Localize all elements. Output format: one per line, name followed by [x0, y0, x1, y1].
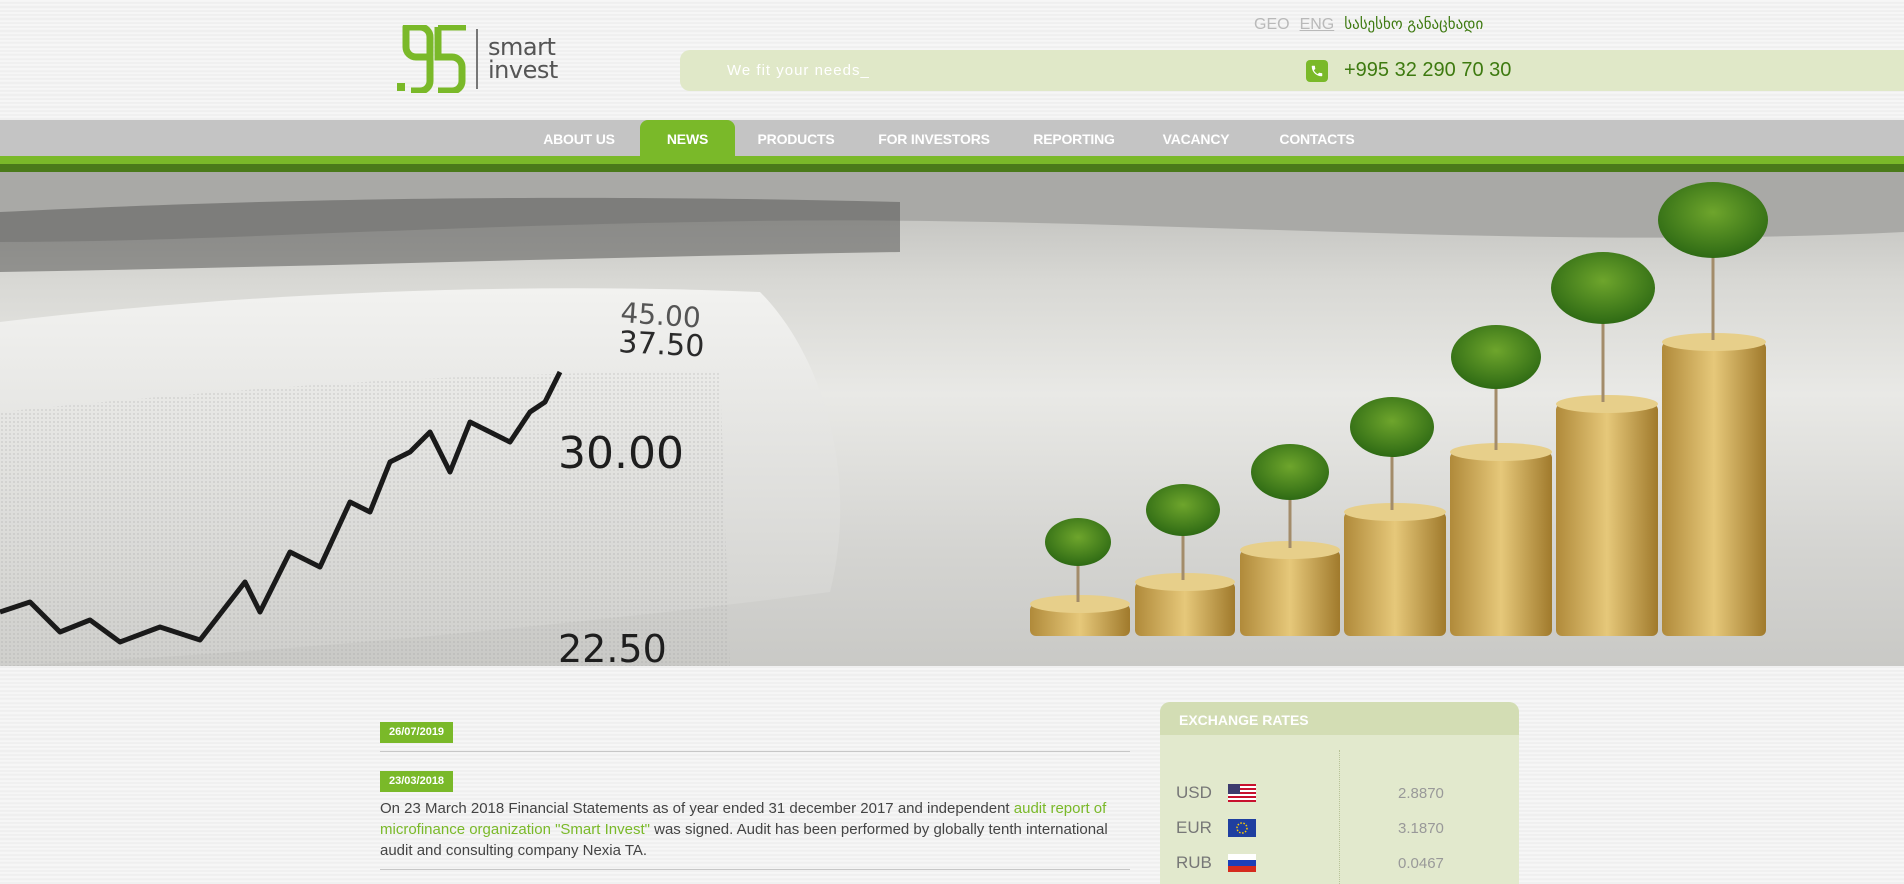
nav-dark-stripe [0, 164, 1904, 172]
rate-value: 2.8870 [1398, 784, 1444, 802]
rate-code: USD [1176, 783, 1212, 802]
logo[interactable]: smart invest [394, 23, 564, 95]
lang-eng-link[interactable]: ENG [1300, 16, 1335, 34]
news-item: 26/07/2019 [380, 722, 1130, 752]
tagline: We fit your needs_ [727, 62, 870, 79]
ru-flag-icon [1228, 854, 1256, 872]
news-text: On 23 March 2018 Financial Statements as… [380, 798, 1130, 861]
nav-item-reporting[interactable]: REPORTING [1030, 120, 1118, 156]
nav-accent-stripe [0, 156, 1904, 164]
logo-text: smart invest [488, 35, 558, 84]
exchange-rates-title: EXCHANGE RATES [1160, 702, 1519, 735]
nav-item-contacts[interactable]: CONTACTS [1274, 120, 1360, 156]
rate-row-usd: USD 2.8870 [1176, 781, 1506, 805]
nav-item-about-us[interactable]: ABOUT US [532, 120, 626, 156]
news-item: 23/03/2018 On 23 March 2018 Financial St… [380, 771, 1130, 870]
phone-icon [1306, 60, 1328, 82]
logo-line2: invest [488, 56, 558, 84]
loan-application-link[interactable]: სასესხო განაცხადი [1344, 15, 1483, 33]
hero-tick-22: 22.50 [558, 627, 667, 666]
logo-divider [476, 29, 478, 89]
logo-mark-icon [394, 23, 470, 95]
language-switcher: GEO ENG სასესხო განაცხადი [1254, 15, 1483, 34]
lang-geo-link[interactable]: GEO [1254, 16, 1290, 34]
coin-stacks [1030, 182, 1768, 636]
news-text-before: On 23 March 2018 Financial Statements as… [380, 800, 1014, 817]
rate-row-eur: EUR 3.1870 [1176, 816, 1506, 840]
hero-illustration: 45.00 37.50 30.00 22.50 [0, 172, 1904, 666]
rate-row-rub: RUB 0.0467 [1176, 851, 1506, 875]
hero-banner: 45.00 37.50 30.00 22.50 [0, 172, 1904, 666]
rate-value: 3.1870 [1398, 819, 1444, 837]
eu-flag-icon [1228, 819, 1256, 837]
nav-item-vacancy[interactable]: VACANCY [1156, 120, 1236, 156]
nav-item-for-investors[interactable]: FOR INVESTORS [874, 120, 994, 156]
news-date-badge: 26/07/2019 [380, 722, 454, 743]
nav-item-news[interactable]: NEWS [640, 120, 735, 158]
rate-value: 0.0467 [1398, 854, 1444, 872]
us-flag-icon [1228, 784, 1256, 802]
nav-item-products[interactable]: PRODUCTS [748, 120, 844, 156]
news-date-badge: 23/03/2018 [380, 771, 454, 792]
hero-tick-37: 37.50 [618, 325, 706, 364]
news-list: 26/07/2019 23/03/2018 On 23 March 2018 F… [380, 722, 1130, 884]
rate-code: RUB [1176, 853, 1212, 872]
exchange-rates-panel: EXCHANGE RATES USD 2.8870 EUR 3.1870 RUB [1160, 702, 1519, 884]
rate-code: EUR [1176, 818, 1212, 837]
tagline-bar: We fit your needs_ +995 32 290 70 30 [680, 50, 1904, 91]
phone-number[interactable]: +995 32 290 70 30 [1344, 59, 1511, 82]
hero-tick-30: 30.00 [558, 428, 684, 479]
main-nav: ABOUT US NEWS PRODUCTS FOR INVESTORS REP… [0, 120, 1904, 158]
